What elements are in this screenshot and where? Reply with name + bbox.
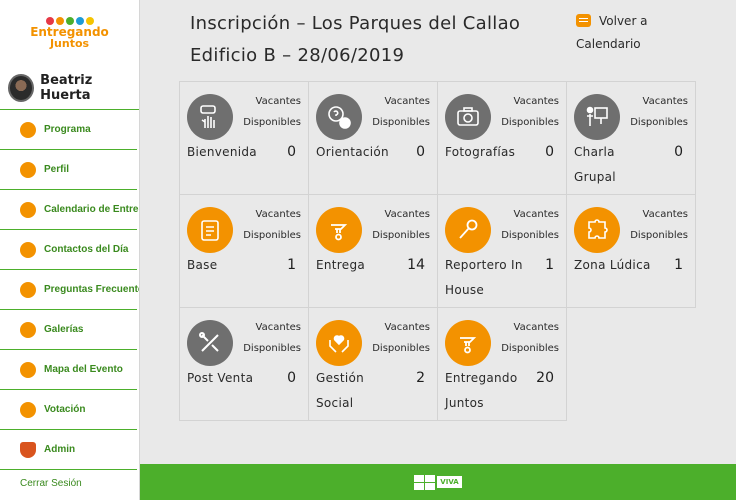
activity-name: Reportero In House (445, 258, 523, 297)
question-icon (20, 281, 36, 298)
sidebar-item-person[interactable]: Perfil (0, 150, 137, 190)
vacancy-count: 14 (407, 257, 425, 273)
user-name: Beatriz Huerta (40, 72, 93, 103)
sidebar-item-label: Mapa del Evento (44, 364, 123, 375)
sidebar-item-label: Programa (44, 124, 91, 135)
activity-name: Base (187, 258, 218, 272)
presentation-icon (574, 94, 620, 140)
avatar (8, 73, 35, 102)
logo-line2: Juntos (49, 37, 90, 50)
activity-name: Bienvenida (187, 145, 257, 159)
activity-card[interactable]: Vacantes Disponibles Bienvenida 0 (179, 81, 309, 195)
vote-icon (20, 401, 36, 418)
user-profile[interactable]: Beatriz Huerta (0, 66, 139, 110)
vacancies-label: Vacantes Disponibles (243, 96, 301, 128)
sidebar-item-logout[interactable]: Cerrar Sesión (0, 470, 139, 489)
orientation-icon (316, 94, 362, 140)
sidebar-item-label: Perfil (44, 164, 70, 175)
vacancies-label: Vacantes Disponibles (501, 96, 559, 128)
vacancy-count: 1 (287, 257, 296, 273)
clock-icon (20, 121, 36, 138)
gallery-icon (20, 321, 36, 338)
brand-logo[interactable]: Entregando Juntos (0, 0, 139, 66)
activity-name: Post Venta (187, 371, 254, 385)
sidebar-item-shield[interactable]: Admin (0, 430, 137, 470)
vacancy-count: 1 (674, 257, 683, 273)
sidebar-menu: Programa Perfil Calendario de Entregas Cont… (0, 110, 139, 470)
microphone-icon (445, 207, 491, 253)
heart-hands-icon (316, 320, 362, 366)
vacancies-label: Vacantes Disponibles (630, 209, 688, 241)
vacancies-label: Vacantes Disponibles (243, 322, 301, 354)
people-icon (45, 17, 94, 25)
activity-name: Zona Lúdica (574, 258, 651, 272)
vacancy-count: 0 (545, 144, 554, 160)
sidebar-item-label: Preguntas Frecuentes (44, 284, 140, 295)
calendar-icon (20, 201, 36, 218)
activity-card[interactable]: Vacantes Disponibles Zona Lúdica 1 (566, 194, 696, 308)
sidebar-item-clock[interactable]: Programa (0, 110, 137, 150)
footer-tag: VIVA (437, 476, 462, 488)
calendar-icon (576, 14, 591, 27)
contacts-icon (20, 241, 36, 258)
activity-card[interactable]: Vacantes Disponibles Entrega 14 (308, 194, 438, 308)
map-icon (20, 361, 36, 378)
vacancies-label: Vacantes Disponibles (372, 209, 430, 241)
vacancies-label: Vacantes Disponibles (372, 322, 430, 354)
vacancies-label: Vacantes Disponibles (501, 322, 559, 354)
viva-logo: VIVA (414, 474, 462, 490)
vacancy-count: 2 (416, 370, 425, 386)
sidebar-item-label: Votación (44, 404, 86, 415)
vacancy-count: 0 (287, 144, 296, 160)
activity-name: Entregando Juntos (445, 371, 518, 410)
tools-icon (187, 320, 233, 366)
activity-name: Fotografías (445, 145, 516, 159)
sidebar-item-gallery[interactable]: Galerías (0, 310, 137, 350)
activity-card[interactable]: Vacantes Disponibles Entregando Juntos 20 (437, 307, 567, 421)
activity-card[interactable]: Vacantes Disponibles Gestión Social 2 (308, 307, 438, 421)
sidebar-item-question[interactable]: Preguntas Frecuentes (0, 270, 140, 310)
sidebar: Entregando Juntos Beatriz Huerta Program… (0, 0, 140, 500)
sidebar-item-label: Calendario de Entregas (44, 204, 139, 215)
sidebar-item-calendar[interactable]: Calendario de Entregas (0, 190, 139, 230)
activity-name: Charla Grupal (574, 145, 616, 184)
vacancies-label: Vacantes Disponibles (372, 96, 430, 128)
activity-card[interactable]: Vacantes Disponibles Charla Grupal 0 (566, 81, 696, 195)
activity-grid: Vacantes Disponibles Bienvenida 0 Vacantes Di… (179, 81, 696, 421)
vacancies-label: Vacantes Disponibles (630, 96, 688, 128)
puzzle-icon (574, 207, 620, 253)
clipboard-icon (187, 207, 233, 253)
sidebar-item-contacts[interactable]: Contactos del Día (0, 230, 137, 270)
sidebar-item-label: Galerías (44, 324, 84, 335)
vacancy-count: 20 (536, 370, 554, 386)
page-title: Inscripción – Los Parques del Callao Edi… (190, 13, 521, 66)
shield-icon (20, 441, 36, 458)
giving-hand-icon (445, 320, 491, 366)
vacancy-count: 0 (674, 144, 683, 160)
back-to-calendar-button[interactable]: Volver a Calendario (576, 10, 676, 56)
footer: VIVA (140, 464, 736, 500)
activity-card[interactable]: Vacantes Disponibles Fotografías 0 (437, 81, 567, 195)
activity-card[interactable]: Vacantes Disponibles Post Venta 0 (179, 307, 309, 421)
activity-name: Orientación (316, 145, 389, 159)
vacancies-label: Vacantes Disponibles (501, 209, 559, 241)
vacancy-count: 0 (416, 144, 425, 160)
person-icon (20, 161, 36, 178)
camera-icon (445, 94, 491, 140)
sidebar-item-vote[interactable]: Votación (0, 390, 137, 430)
vacancy-count: 1 (545, 257, 554, 273)
activity-card[interactable]: Vacantes Disponibles Orientación 0 (308, 81, 438, 195)
sidebar-item-label: Admin (44, 444, 76, 455)
activity-card[interactable]: Vacantes Disponibles Reportero In House 1 (437, 194, 567, 308)
activity-name: Entrega (316, 258, 366, 272)
hand-hola-icon (187, 94, 233, 140)
sidebar-item-map[interactable]: Mapa del Evento (0, 350, 137, 390)
vacancies-label: Vacantes Disponibles (243, 209, 301, 241)
activity-name: Gestión Social (316, 371, 365, 410)
giving-hand-icon (316, 207, 362, 253)
sidebar-item-label: Contactos del Día (44, 244, 129, 255)
activity-card[interactable]: Vacantes Disponibles Base 1 (179, 194, 309, 308)
vacancy-count: 0 (287, 370, 296, 386)
